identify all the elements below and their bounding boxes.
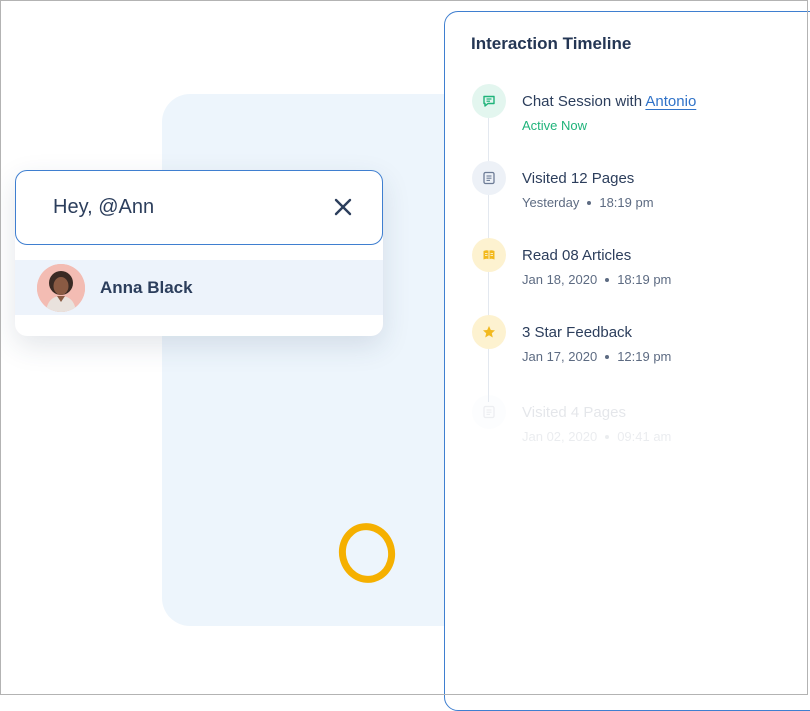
suggestion-name: Anna Black xyxy=(100,278,193,297)
avatar xyxy=(37,264,85,312)
pages-icon xyxy=(472,161,506,195)
timeline-item-title: 3 Star Feedback xyxy=(522,324,633,341)
star-icon xyxy=(472,315,506,349)
timeline-item-meta: Jan 02, 2020 09:41 am xyxy=(522,429,671,444)
status-active: Active Now xyxy=(522,118,588,133)
timeline-item-read-articles: Read 08 Articles Jan 18, 2020 18:19 pm xyxy=(445,238,805,298)
timeline-item-title: Visited 12 Pages xyxy=(522,170,635,187)
timeline-item-time: 18:19 pm xyxy=(599,195,654,210)
close-icon[interactable] xyxy=(332,196,354,218)
timeline-item-meta: Jan 18, 2020 18:19 pm xyxy=(522,272,671,287)
book-icon xyxy=(472,238,506,272)
timeline-item-time: 09:41 am xyxy=(617,429,672,444)
timeline-item-visited-pages-faded: Visited 4 Pages Jan 02, 2020 09:41 am xyxy=(445,395,805,455)
pages-icon xyxy=(472,395,506,429)
timeline-item-time: 12:19 pm xyxy=(617,349,672,364)
timeline-item-date: Jan 17, 2020 xyxy=(522,349,598,364)
timeline-item-date: Jan 18, 2020 xyxy=(522,272,598,287)
timeline-item-date: Yesterday xyxy=(522,195,580,210)
chat-icon xyxy=(472,84,506,118)
interaction-timeline-panel: Interaction Timeline Chat Session with A… xyxy=(444,11,810,711)
timeline-title: Interaction Timeline xyxy=(471,34,632,53)
timeline-item-title: Chat Session with Antonio xyxy=(522,93,696,110)
timeline-item-title: Visited 4 Pages xyxy=(522,404,626,421)
timeline-item-meta: Jan 17, 2020 12:19 pm xyxy=(522,349,671,364)
timeline-item-visited-pages: Visited 12 Pages Yesterday 18:19 pm xyxy=(445,161,805,221)
timeline-item-title: Read 08 Articles xyxy=(522,247,632,264)
timeline-item-feedback: 3 Star Feedback Jan 17, 2020 12:19 pm xyxy=(445,315,805,375)
timeline-item-time: 18:19 pm xyxy=(617,272,672,287)
timeline-item-title-prefix: Chat Session with xyxy=(522,93,643,110)
mention-card: Hey, @Ann Anna Black xyxy=(15,170,383,336)
timeline-item-chat: Chat Session with Antonio Active Now xyxy=(445,84,805,144)
mention-suggestion[interactable]: Anna Black xyxy=(15,260,383,315)
timeline-item-date: Jan 02, 2020 xyxy=(522,429,598,444)
contact-link[interactable]: Antonio xyxy=(645,93,696,110)
mention-input-value: Hey, @Ann xyxy=(53,196,155,218)
timeline-item-meta: Yesterday 18:19 pm xyxy=(522,195,654,210)
mention-input[interactable]: Hey, @Ann xyxy=(15,170,383,245)
